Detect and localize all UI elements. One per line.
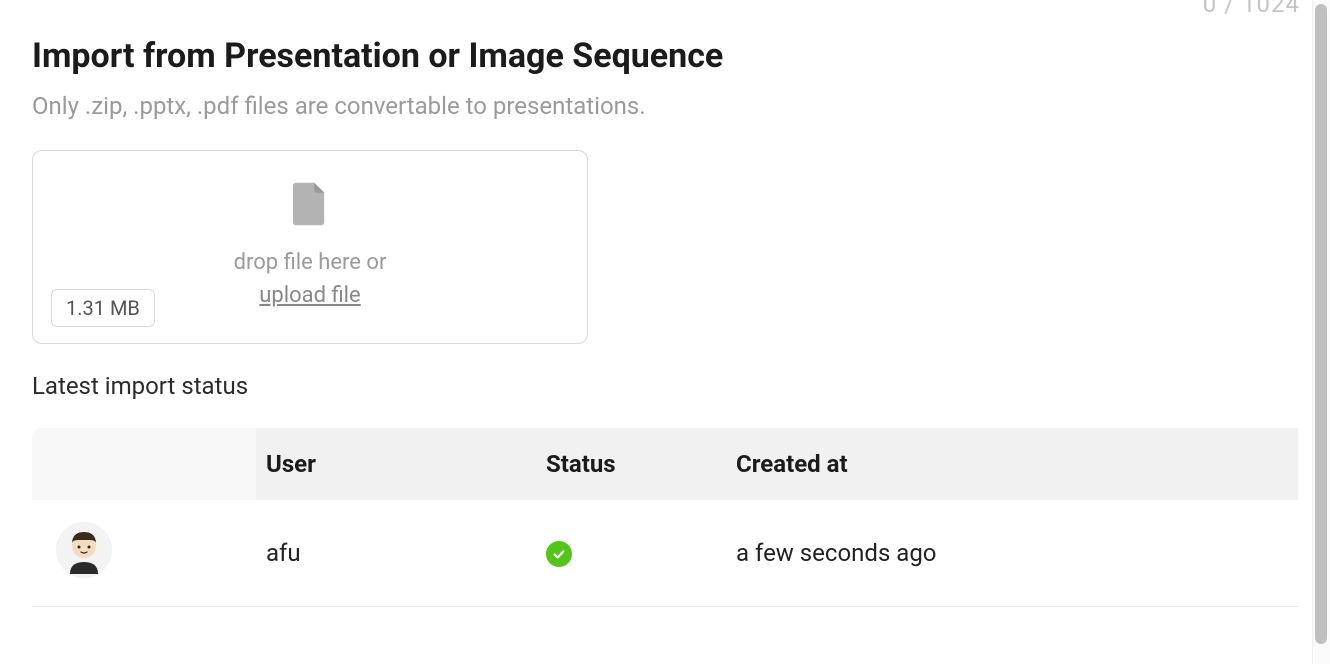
import-status-table: User Status Created at [32,428,1298,607]
page-subtitle: Only .zip, .pptx, .pdf files are convert… [32,92,1298,120]
table-row: afu a few seconds ago [32,500,1298,607]
dropzone-text: drop file here or upload file [234,246,387,312]
table-header-created-at: Created at [726,428,1298,500]
table-header-row: User Status Created at [32,428,1298,500]
cell-status [536,500,726,607]
upload-file-link[interactable]: upload file [259,283,360,308]
table-header-user: User [256,428,536,500]
char-counter: 0 / 1024 [1203,0,1300,18]
drop-hint-text: drop file here or [234,250,387,275]
table-header-status: Status [536,428,726,500]
scrollbar-thumb[interactable] [1315,4,1327,644]
table-header-avatar [32,428,256,500]
file-dropzone[interactable]: drop file here or upload file 1.31 MB [32,150,588,344]
page-title: Import from Presentation or Image Sequen… [32,36,1298,76]
cell-avatar [32,500,256,607]
status-success-icon [546,541,572,567]
status-heading: Latest import status [32,372,1298,400]
scrollbar-track[interactable] [1312,0,1330,664]
file-icon [293,182,327,226]
main-container: Import from Presentation or Image Sequen… [0,0,1330,607]
cell-user: afu [256,500,536,607]
file-size-badge: 1.31 MB [51,289,155,327]
user-avatar [56,522,112,578]
cell-created-at: a few seconds ago [726,500,1298,607]
